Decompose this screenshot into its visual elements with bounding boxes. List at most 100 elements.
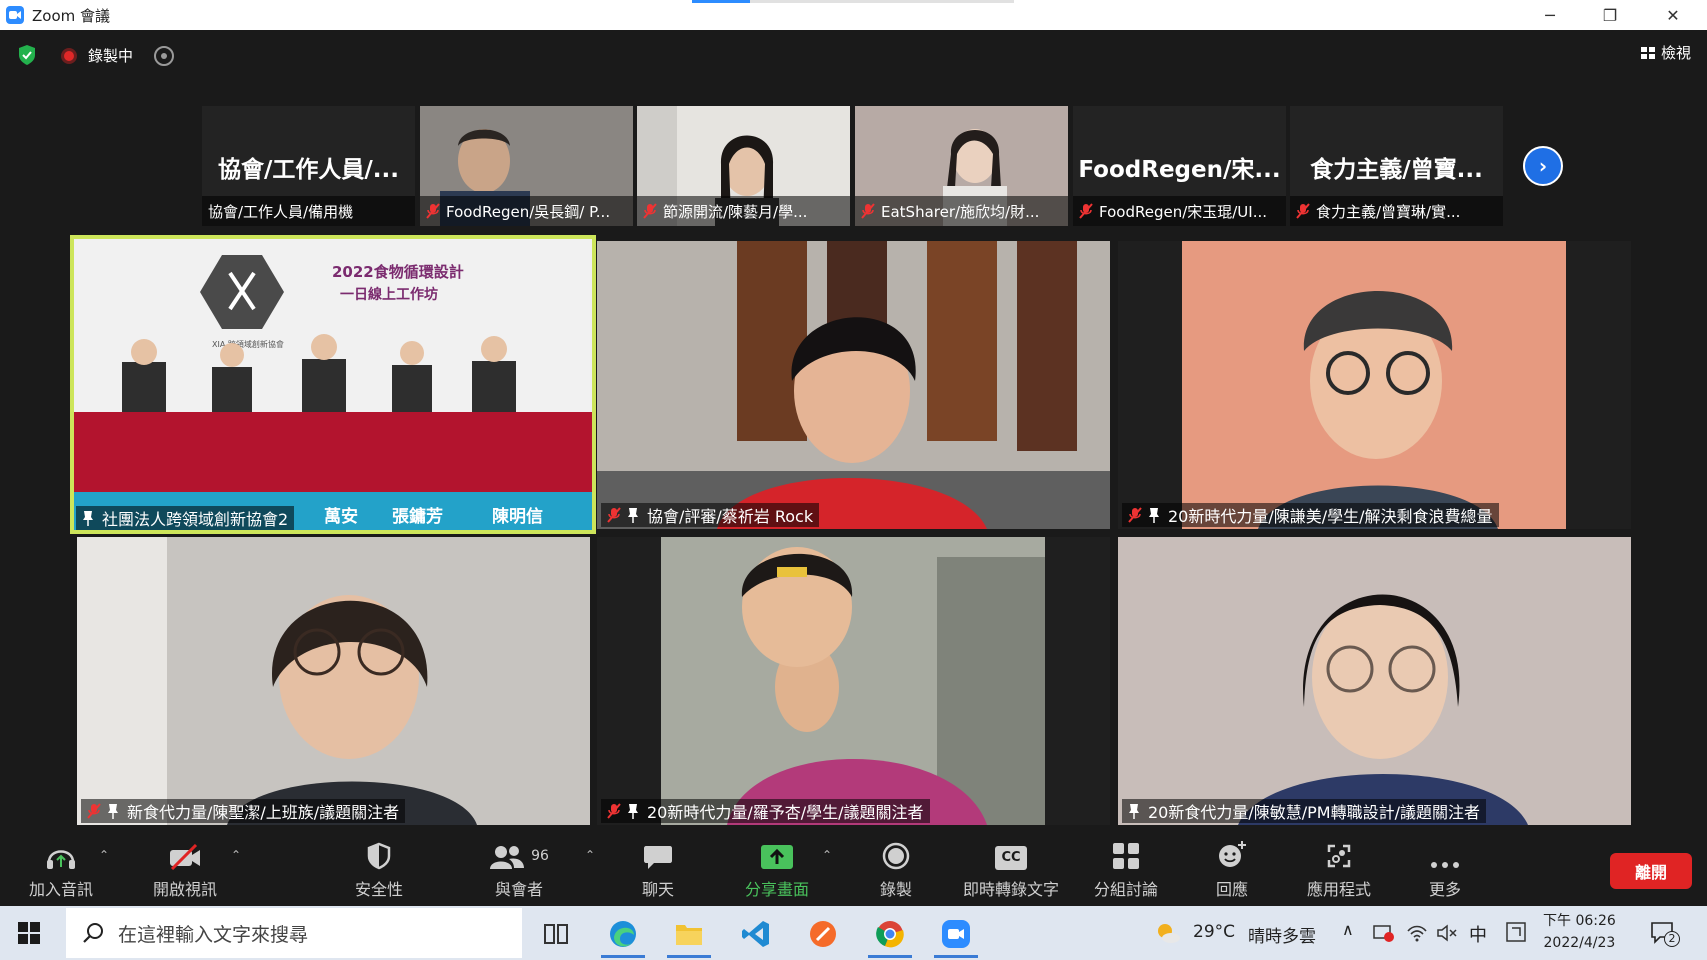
- participants-options-chevron-up-icon[interactable]: ⌃: [585, 848, 595, 862]
- edge-browser-icon[interactable]: [601, 914, 645, 958]
- pin-icon: [628, 508, 638, 523]
- muted-mic-icon: [643, 203, 657, 219]
- share-screen-button[interactable]: 分享畫面: [722, 836, 832, 906]
- recording-control-icon[interactable]: [154, 46, 174, 66]
- taskbar-clock[interactable]: 下午 06:26 2022/4/23: [1543, 910, 1616, 954]
- more-dots-icon: [1431, 862, 1459, 868]
- clock-time: 下午 06:26: [1543, 913, 1616, 929]
- clock-date: 2022/4/23: [1543, 935, 1616, 951]
- share-options-chevron-up-icon[interactable]: ⌃: [822, 848, 832, 862]
- minimize-button[interactable]: ─: [1520, 0, 1580, 30]
- filmstrip-tile[interactable]: FoodRegen/宋... FoodRegen/宋玉琨/UI...: [1073, 106, 1286, 226]
- filmstrip-tile[interactable]: EatSharer/施欣均/財...: [855, 106, 1068, 226]
- pin-icon: [83, 511, 93, 526]
- restore-button[interactable]: ❐: [1580, 0, 1640, 30]
- more-button[interactable]: 更多: [1390, 836, 1500, 906]
- weather-partly-cloudy-icon: [1158, 924, 1180, 943]
- participant-caption: 協會/評審/蔡祈岩 Rock: [601, 503, 820, 527]
- video-tile[interactable]: 20新時代力量/羅予杏/學生/議題關注者: [597, 537, 1110, 825]
- volume-muted-icon[interactable]: [1436, 923, 1458, 943]
- video-options-chevron-up-icon[interactable]: ⌃: [231, 848, 241, 862]
- participant-caption: EatSharer/施欣均/財...: [855, 196, 1068, 226]
- security-label: 安全性: [354, 880, 403, 899]
- reactions-button[interactable]: 回應: [1177, 836, 1287, 906]
- view-label: 檢視: [1660, 44, 1691, 62]
- security-shield-icon: [367, 842, 391, 870]
- app-orange-icon[interactable]: [801, 914, 845, 954]
- participant-caption: 20新食代力量/陳敏慧/PM轉職設計/議題關注者: [1122, 799, 1486, 823]
- participant-name-placeholder: 食力主義/曾寶...: [1310, 157, 1483, 183]
- meeting-top-bar: 錄製中 檢視: [0, 30, 1707, 82]
- participant-video: [597, 241, 1110, 529]
- start-video-button[interactable]: 開啟視訊: [130, 836, 240, 906]
- apps-label: 應用程式: [1306, 880, 1371, 899]
- security-button[interactable]: 安全性: [324, 836, 434, 906]
- participants-label: 與會者: [494, 880, 543, 899]
- participant-video: 2022食物循環設計 一日線上工作坊 XIA 跨領域創新協會 萬安 張鏞芳 陳明…: [72, 237, 594, 532]
- video-tile-active-speaker[interactable]: 2022食物循環設計 一日線上工作坊 XIA 跨領域創新協會 萬安 張鏞芳 陳明…: [70, 235, 596, 534]
- weather-description[interactable]: 晴時多雲: [1248, 922, 1316, 947]
- zoom-app-icon[interactable]: [934, 914, 978, 958]
- participant-caption: 20新時代力量/陳謙美/學生/解決剩食浪費總量: [1122, 503, 1499, 527]
- wifi-icon[interactable]: [1406, 923, 1428, 943]
- file-explorer-icon[interactable]: [667, 914, 711, 958]
- meeting-toolbar: 加入音訊 ⌃ 開啟視訊 ⌃ 安全性 96 與會者 ⌃ 聊天 分享畫面 ⌃ 錄製: [0, 836, 1707, 906]
- filmstrip-tile[interactable]: FoodRegen/吳長鋼/ P...: [420, 106, 633, 226]
- tray-app-icon[interactable]: [1373, 924, 1395, 942]
- filmstrip-tile[interactable]: 食力主義/曾寶... 食力主義/曾寶琳/實...: [1290, 106, 1503, 226]
- live-transcript-label: 即時轉錄文字: [962, 880, 1059, 899]
- video-tile[interactable]: 20新食代力量/陳敏慧/PM轉職設計/議題關注者: [1118, 537, 1631, 825]
- participant-name-placeholder: FoodRegen/宋...: [1078, 157, 1281, 183]
- filmstrip-tile[interactable]: 節源開流/陳藝月/學...: [637, 106, 850, 226]
- participant-caption: 20新時代力量/羅予杏/學生/議題關注者: [601, 799, 930, 823]
- loading-progress: [692, 0, 1014, 3]
- join-audio-button[interactable]: 加入音訊: [6, 836, 116, 906]
- windows-start-icon[interactable]: [18, 922, 40, 944]
- banner-name: 張鏞芳: [392, 506, 443, 527]
- encryption-shield-icon[interactable]: [17, 44, 37, 66]
- taskbar-search-box[interactable]: 在這裡輸入文字來搜尋: [66, 908, 522, 958]
- task-view-icon[interactable]: [534, 914, 578, 954]
- chat-bubble-icon: [644, 846, 672, 869]
- leave-meeting-button[interactable]: 離開: [1610, 853, 1692, 889]
- ime-mode-icon[interactable]: [1506, 922, 1526, 942]
- chat-button[interactable]: 聊天: [603, 836, 713, 906]
- participant-caption: 新食代力量/陳聖潔/上班族/議題關注者: [81, 799, 406, 823]
- live-transcript-button[interactable]: CC 即時轉錄文字: [951, 836, 1071, 906]
- apps-button[interactable]: 應用程式: [1284, 836, 1394, 906]
- video-tile[interactable]: 新食代力量/陳聖潔/上班族/議題關注者: [77, 537, 590, 825]
- zoom-window: Zoom 會議 ─ ❐ ✕ 錄製中 檢視 協會/工作人員/... 協會/工作人員…: [0, 0, 1707, 960]
- participants-button[interactable]: 96 與會者: [464, 836, 574, 906]
- filmstrip-tile[interactable]: 協會/工作人員/... 協會/工作人員/備用機: [202, 106, 415, 226]
- video-off-icon: [170, 844, 200, 870]
- view-button[interactable]: 檢視: [1640, 42, 1691, 63]
- chrome-browser-icon[interactable]: [868, 914, 912, 958]
- next-page-button[interactable]: ›: [1523, 146, 1563, 186]
- chat-label: 聊天: [641, 880, 674, 899]
- banner-name: 萬安: [324, 506, 358, 527]
- weather-temperature[interactable]: 29°C: [1193, 922, 1235, 942]
- headphones-icon: [47, 850, 75, 869]
- windows-taskbar: 在這裡輸入文字來搜尋 29°C 晴時多雲 ∧ 中 下午 06:26 2022/4…: [0, 906, 1707, 960]
- audio-options-chevron-up-icon[interactable]: ⌃: [99, 848, 109, 862]
- close-button[interactable]: ✕: [1643, 0, 1703, 30]
- muted-mic-icon: [1128, 507, 1142, 523]
- video-tile[interactable]: 20新時代力量/陳謙美/學生/解決剩食浪費總量: [1118, 241, 1631, 529]
- record-button[interactable]: 錄製: [841, 836, 951, 906]
- input-method-indicator[interactable]: 中: [1469, 921, 1487, 947]
- tray-overflow-chevron-up-icon[interactable]: ∧: [1342, 920, 1354, 939]
- muted-mic-icon: [607, 507, 621, 523]
- closed-captions-icon: CC: [995, 846, 1027, 870]
- chevron-right-icon: ›: [1538, 154, 1548, 178]
- vscode-icon[interactable]: [734, 914, 778, 954]
- breakout-rooms-icon: [1113, 843, 1139, 869]
- share-screen-label: 分享畫面: [744, 880, 809, 899]
- breakout-rooms-button[interactable]: 分組討論: [1071, 836, 1181, 906]
- participant-caption: 節源開流/陳藝月/學...: [637, 196, 850, 226]
- participant-caption: 食力主義/曾寶琳/實...: [1290, 196, 1503, 226]
- muted-mic-icon: [426, 203, 440, 219]
- participant-video: [661, 537, 1045, 825]
- notification-center-icon[interactable]: 2: [1650, 921, 1680, 947]
- video-tile[interactable]: 協會/評審/蔡祈岩 Rock: [597, 241, 1110, 529]
- muted-mic-icon: [1079, 203, 1093, 219]
